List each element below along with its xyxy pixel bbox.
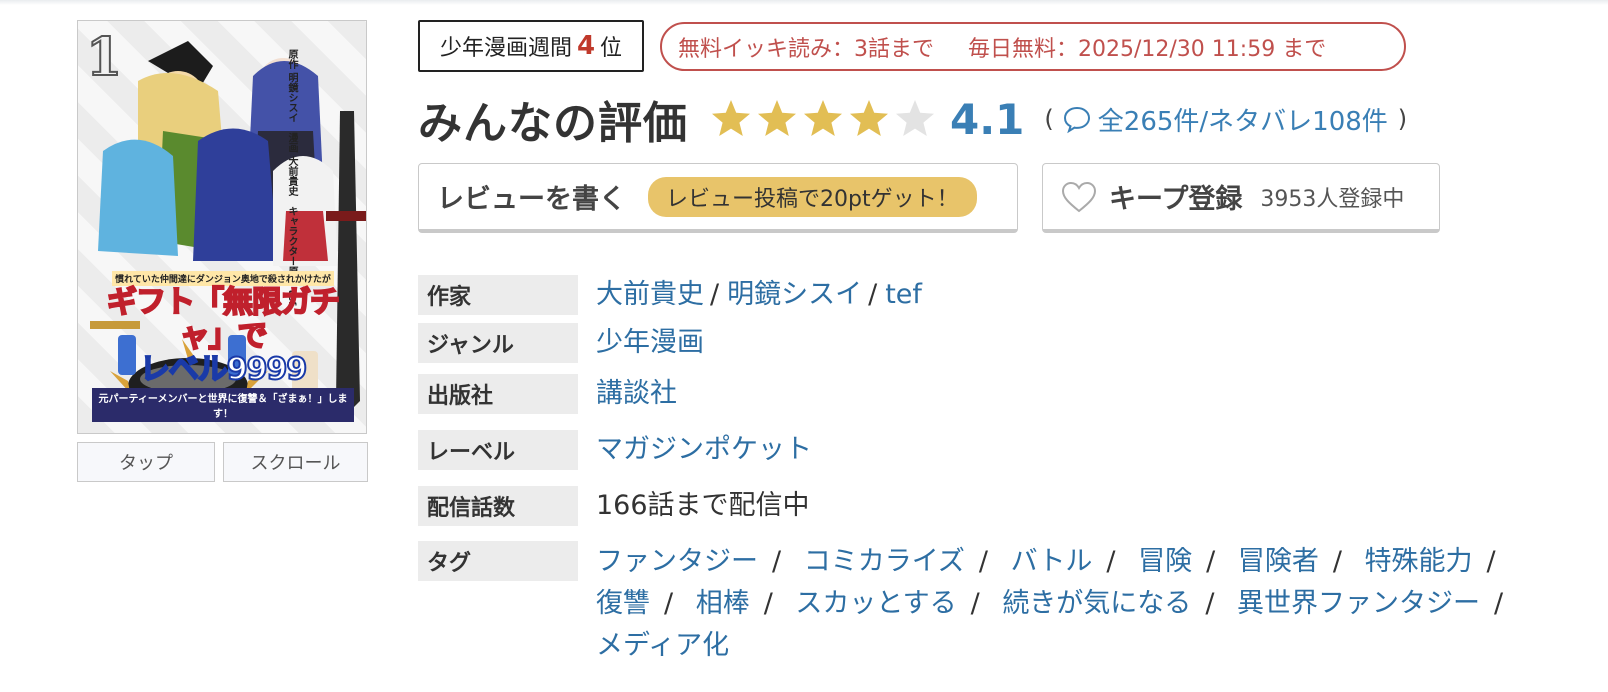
info-row-label: レーベル マガジンポケット: [418, 430, 1568, 470]
tag-link[interactable]: 冒険者: [1238, 546, 1319, 577]
info-label-publisher: 出版社: [418, 374, 578, 414]
author-separator: /: [710, 279, 720, 310]
keep-register-button[interactable]: キープ登録 3953人登録中: [1042, 163, 1440, 233]
info-row-publisher: 出版社 講談社: [418, 374, 1568, 414]
tag-link[interactable]: 復讐: [596, 588, 650, 619]
review-count-text: 全265件/ネタバレ108件: [1097, 106, 1388, 137]
tag-separator: /: [664, 588, 674, 619]
tap-view-button[interactable]: タップ: [77, 442, 215, 482]
keep-count: 3953人登録中: [1260, 186, 1405, 212]
rating-value: 4.1: [950, 94, 1025, 144]
cover-image[interactable]: 1 原作 明鏡シスイ 漫画 大前貴史 キャラクター原案 tef 慣れていた仲間達…: [77, 20, 367, 434]
episodes-value: 166話まで配信中: [596, 490, 810, 521]
tag-separator: /: [1106, 546, 1116, 577]
tag-link[interactable]: スカッとする: [795, 588, 956, 619]
ranking-number: 4: [576, 31, 596, 61]
tag-list: ファンタジー / コミカライズ / バトル / 冒険 / 冒険者 / 特殊能力 / 復讐 / …: [596, 541, 1526, 667]
star-rating: [710, 98, 940, 140]
author-link[interactable]: 明鏡シスイ: [727, 279, 862, 310]
tag-separator: /: [1206, 546, 1216, 577]
tag-separator: /: [1332, 546, 1342, 577]
tag-link[interactable]: 特殊能力: [1365, 546, 1473, 577]
tag-separator: /: [772, 546, 782, 577]
info-label-episodes: 配信話数: [418, 486, 578, 526]
ranking-badge[interactable]: 少年漫画週間 4 位: [418, 20, 644, 72]
tag-separator: /: [1486, 546, 1496, 577]
tag-separator: /: [970, 588, 980, 619]
tag-link[interactable]: コミカライズ: [804, 546, 965, 577]
star-filled-icon: [712, 100, 750, 136]
ranking-prefix: 少年漫画週間: [439, 36, 572, 61]
publisher-link[interactable]: 講談社: [596, 374, 677, 414]
info-row-tags: タグ ファンタジー / コミカライズ / バトル / 冒険 / 冒険者 / 特殊能力 / 復…: [418, 541, 1568, 667]
tag-separator: /: [978, 546, 989, 577]
star-filled-icon: [758, 100, 796, 136]
tag-link[interactable]: ファンタジー: [596, 546, 758, 577]
tag-link[interactable]: 相棒: [696, 588, 750, 619]
review-count-link[interactable]: 全265件/ネタバレ108件: [1062, 101, 1388, 138]
star-empty-icon: [896, 100, 934, 136]
cover-title-logo: 慣れていた仲間達にダンジョン奥地で殺されかけたが ギフト「無限ガチャ」で レベル…: [92, 267, 354, 422]
author-separator: /: [868, 279, 878, 310]
tag-link[interactable]: 続きが気になる: [1002, 588, 1191, 619]
open-paren: (: [1044, 105, 1054, 133]
cover-title-sub: 元パーティーメンバーと世界に復讐＆「ざまぁ！」します！: [92, 388, 354, 422]
author-link[interactable]: tef: [885, 279, 922, 310]
tag-link[interactable]: メディア化: [596, 630, 729, 661]
free-reading-badge: 無料イッキ読み：3話まで 毎日無料：2025/12/30 11:59 まで: [660, 22, 1406, 71]
info-label-label: レーベル: [418, 430, 578, 470]
rating-title: みんなの評価: [418, 98, 688, 149]
keep-register-label: キープ登録: [1109, 184, 1243, 215]
star-filled-icon: [804, 100, 842, 136]
tag-link[interactable]: バトル: [1011, 546, 1093, 577]
cover-title-line2: レベル9999: [139, 352, 309, 387]
write-review-label: レビューを書く: [437, 184, 626, 215]
top-shadow: [0, 0, 1608, 5]
scroll-view-button[interactable]: スクロール: [223, 442, 368, 482]
author-links: 大前貴史 / 明鏡シスイ / tef: [596, 275, 922, 315]
tag-separator: /: [1205, 588, 1215, 619]
tag-separator: /: [763, 588, 773, 619]
rating-section: みんなの評価 4.1 ( 全265件/ネタバレ108件 ): [418, 88, 1407, 150]
author-link[interactable]: 大前貴史: [596, 279, 704, 310]
tag-separator: /: [1494, 588, 1504, 619]
label-link[interactable]: マガジンポケット: [596, 430, 812, 470]
ranking-suffix: 位: [600, 36, 623, 61]
write-review-button[interactable]: レビューを書く レビュー投稿で20ptゲット！: [418, 163, 1018, 233]
star-filled-icon: [850, 100, 888, 136]
info-label-tags: タグ: [418, 541, 578, 581]
review-points-badge: レビュー投稿で20ptゲット！: [648, 176, 977, 217]
tag-link[interactable]: 異世界ファンタジー: [1237, 588, 1480, 619]
heart-icon: [1061, 181, 1097, 212]
info-row-author: 作家 大前貴史 / 明鏡シスイ / tef: [418, 275, 1568, 315]
info-label-author: 作家: [418, 275, 578, 315]
cover-title-pre: 慣れていた仲間達にダンジョン奥地で殺されかけたが: [112, 271, 334, 286]
info-row-genre: ジャンル 少年漫画: [418, 323, 1568, 363]
genre-link[interactable]: 少年漫画: [596, 323, 704, 363]
tag-link[interactable]: 冒険: [1138, 546, 1192, 577]
info-label-genre: ジャンル: [418, 323, 578, 363]
info-row-episodes: 配信話数 166話まで配信中: [418, 486, 1568, 526]
free-binge-text: 無料イッキ読み：3話まで: [678, 36, 934, 62]
daily-free-text: 毎日無料：2025/12/30 11:59 まで: [968, 36, 1327, 62]
cover-title-line1: ギフト「無限ガチャ」で: [106, 285, 341, 355]
close-paren: ): [1397, 105, 1408, 133]
cover-volume-number: 1: [85, 26, 123, 89]
speech-bubble-icon: [1063, 106, 1090, 134]
